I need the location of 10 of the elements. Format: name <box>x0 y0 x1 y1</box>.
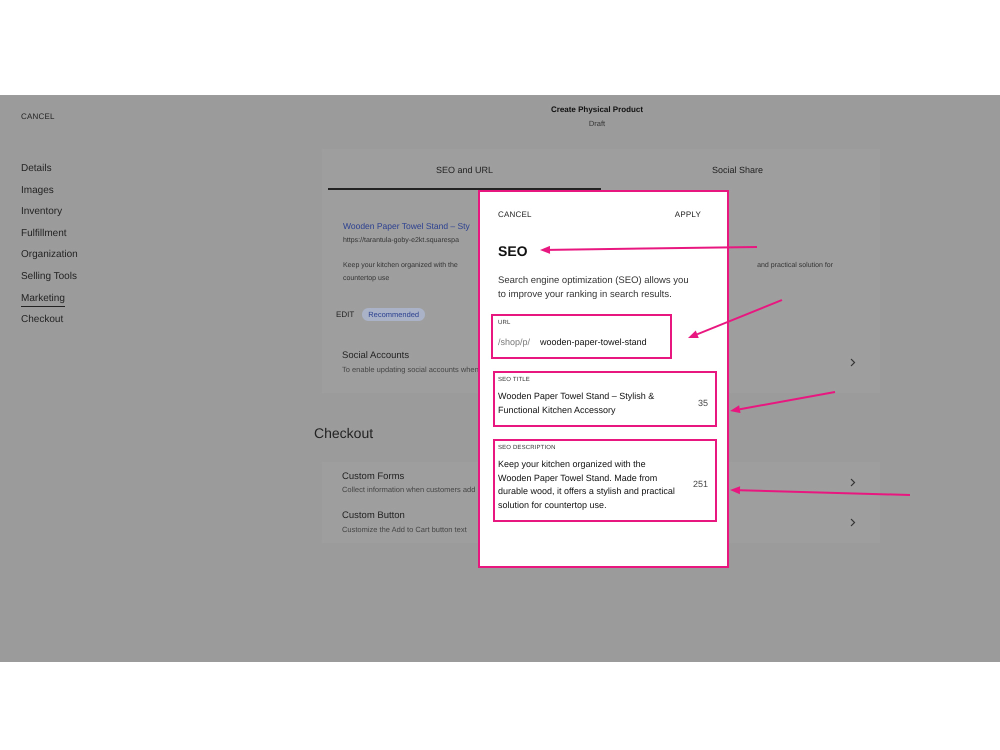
row-title: Social Accounts <box>342 349 410 364</box>
character-count: 251 <box>692 478 709 492</box>
row-title: Custom Forms <box>342 470 406 484</box>
dialog-description: Search engine optimization (SEO) allows you to improve your ranking in search results. <box>498 274 690 302</box>
url-prefix: /shop/p/ <box>498 336 530 349</box>
row-title: Custom Button <box>342 509 406 524</box>
dialog-heading: SEO <box>498 242 528 261</box>
character-count: 35 <box>698 396 709 410</box>
section-heading: Checkout <box>314 424 374 443</box>
page-title: Create Physical Product <box>550 104 644 116</box>
